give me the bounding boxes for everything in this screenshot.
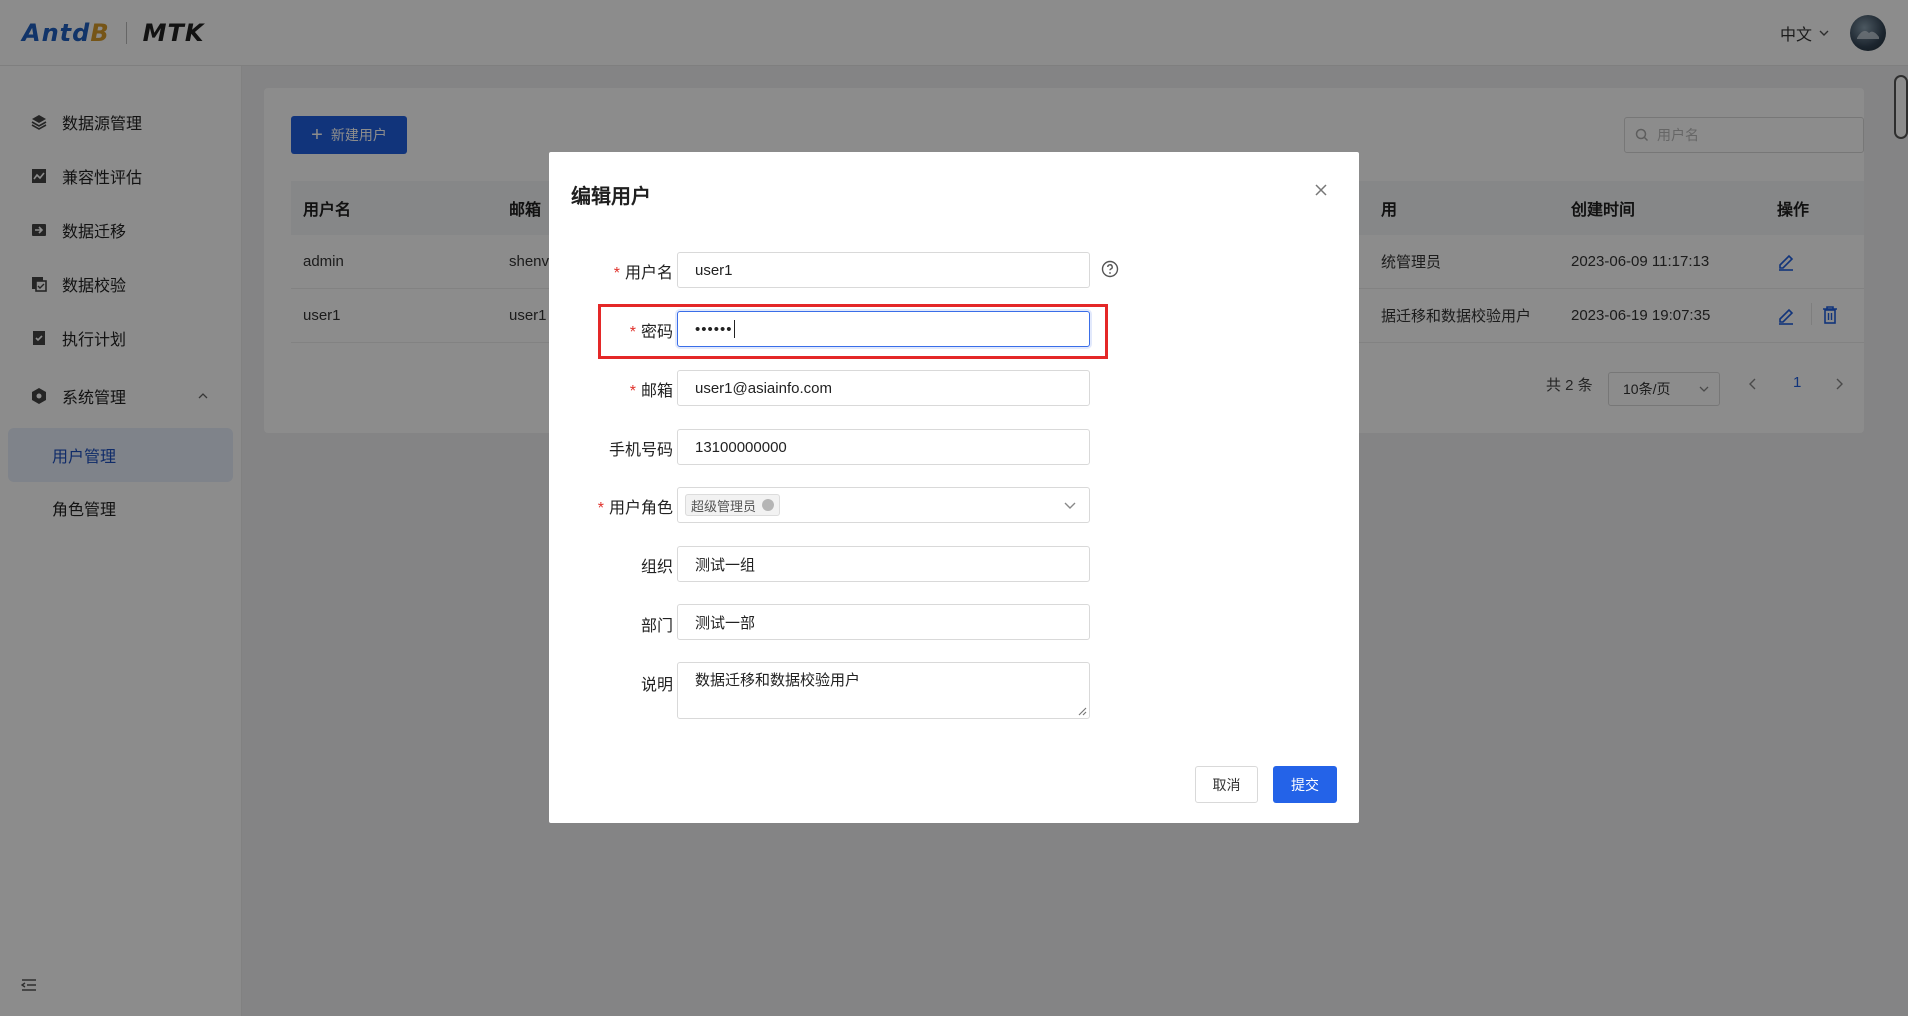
role-tag: 超级管理员 [685,494,781,516]
cancel-button[interactable]: 取消 [1195,766,1258,803]
desc-label: 说明 [640,677,673,694]
email-field[interactable]: user1@asiainfo.com [677,370,1090,406]
question-circle-icon[interactable] [1101,260,1119,283]
org-label: 组织 [640,559,673,576]
org-field[interactable]: 测试一组 [677,546,1090,582]
role-label: * 用户角色 [597,500,673,517]
password-label: * 密码 [629,324,673,341]
username-label: * 用户名 [613,265,673,282]
edit-user-modal: 编辑用户 * 用户名 user1 * 密码 •••••• * 邮箱 user1@asi… [549,152,1359,823]
chevron-down-icon [1064,502,1076,509]
text-cursor [733,320,735,338]
submit-button[interactable]: 提交 [1273,766,1337,803]
password-field[interactable]: •••••• [677,311,1090,347]
resize-handle-icon[interactable] [1077,706,1087,716]
tag-remove-icon[interactable] [762,499,775,511]
dept-label: 部门 [640,618,673,635]
dept-field[interactable]: 测试一部 [677,604,1090,640]
phone-field[interactable]: 13100000000 [677,429,1090,465]
description-textarea[interactable]: 数据迁移和数据校验用户 [677,662,1090,719]
phone-label: 手机号码 [608,442,673,459]
close-icon[interactable] [1311,180,1331,200]
username-field[interactable]: user1 [677,252,1090,288]
role-select[interactable]: 超级管理员 [677,487,1090,523]
email-label: * 邮箱 [629,383,673,400]
modal-title: 编辑用户 [571,186,651,208]
